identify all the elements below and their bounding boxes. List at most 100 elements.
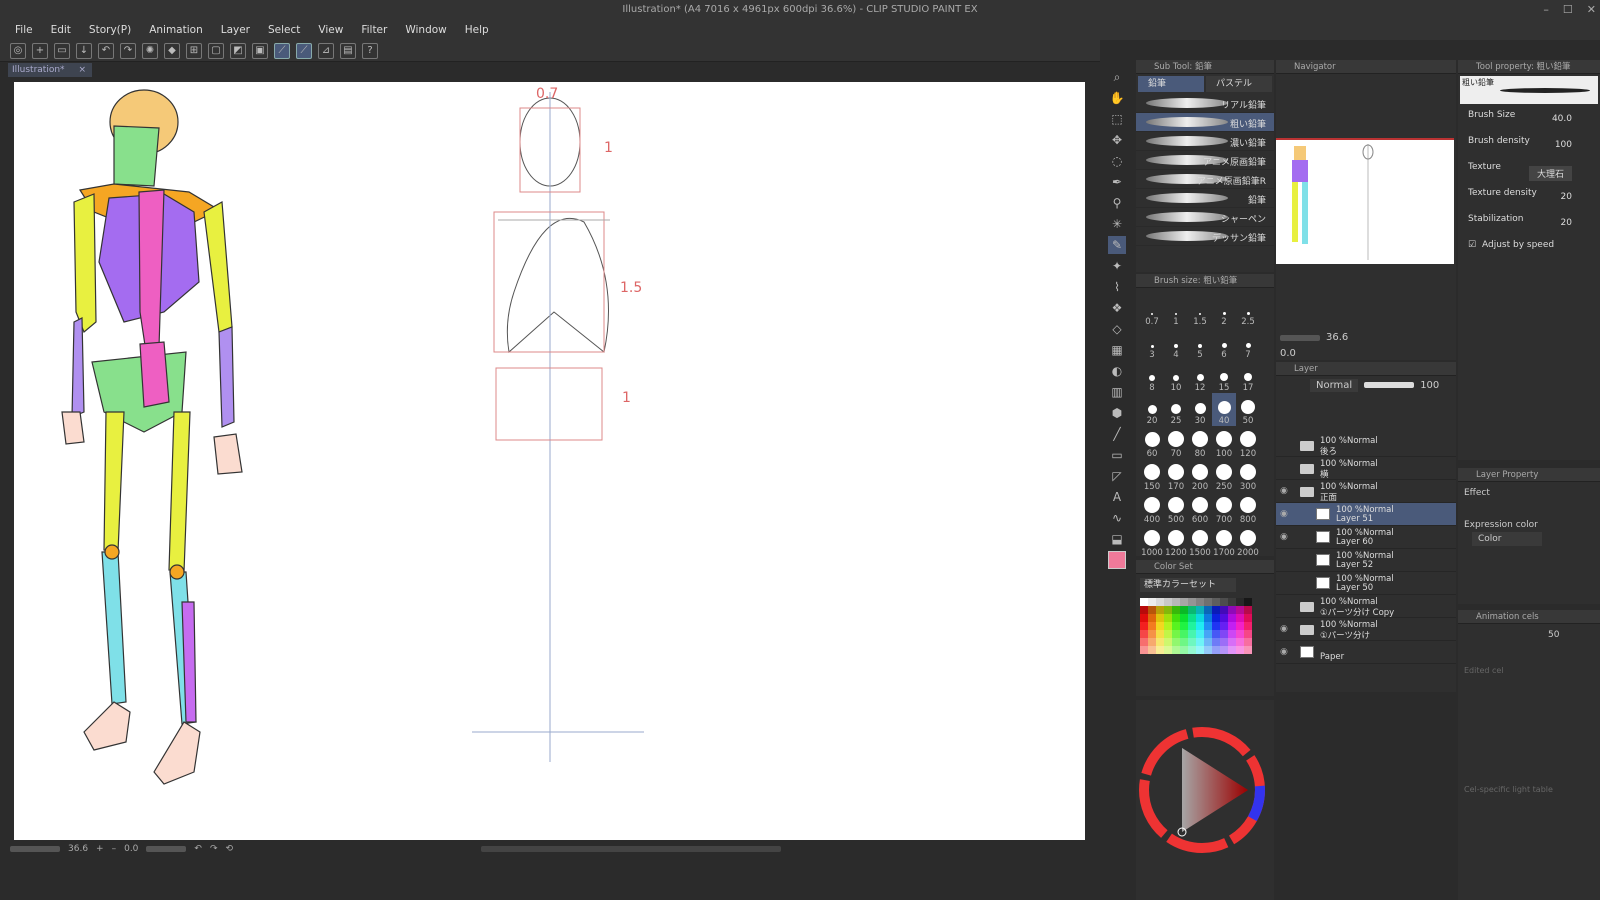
texture-density-row[interactable]: Texture density 20 [1458, 184, 1600, 210]
color-wheel[interactable] [1136, 700, 1274, 900]
color-swatch[interactable] [1172, 630, 1180, 638]
color-swatch[interactable] [1244, 622, 1252, 630]
zoom-value[interactable]: 36.6 [68, 844, 88, 854]
visibility-eye-icon[interactable]: ◉ [1280, 509, 1288, 519]
visibility-eye-icon[interactable]: ◉ [1280, 624, 1288, 634]
layer-row[interactable]: 100 %Normal Layer 50 [1276, 572, 1456, 595]
color-swatch[interactable] [1220, 630, 1228, 638]
color-swatch[interactable] [1188, 606, 1196, 614]
layer-row[interactable]: 100 %Normal 後ろ [1276, 434, 1456, 457]
color-swap-icon[interactable]: ⬓ [1108, 530, 1126, 548]
brush-size-option[interactable]: 100 [1212, 426, 1236, 459]
brush-size-option[interactable]: 170 [1164, 459, 1188, 492]
color-swatch[interactable] [1244, 630, 1252, 638]
color-swatch[interactable] [1156, 646, 1164, 654]
color-swatch[interactable] [1244, 638, 1252, 646]
redo-icon[interactable]: ↷ [120, 42, 136, 59]
color-swatch[interactable] [1204, 646, 1212, 654]
color-swatch[interactable] [1220, 606, 1228, 614]
brush-size-option[interactable]: 400 [1140, 492, 1164, 525]
menu-window[interactable]: Window [396, 20, 455, 40]
brush-size-option[interactable]: 1000 [1140, 525, 1164, 558]
brush-size-option[interactable]: 12 [1188, 360, 1212, 393]
adjust-speed-row[interactable]: ☑ Adjust by speed [1458, 236, 1600, 262]
brush-size-option[interactable]: 70 [1164, 426, 1188, 459]
pen-tool-icon[interactable]: ✒ [1108, 173, 1126, 191]
color-swatch[interactable] [1196, 638, 1204, 646]
brush-size-option[interactable]: 80 [1188, 426, 1212, 459]
stabilization-row[interactable]: Stabilization 20 [1458, 210, 1600, 236]
color-swatch[interactable] [1172, 622, 1180, 630]
settings-icon[interactable]: ▤ [340, 42, 356, 59]
brush-size-row[interactable]: Brush Size 40.0 [1458, 106, 1600, 132]
brush-item[interactable]: 鉛筆 [1136, 189, 1274, 208]
adjust-speed-checkbox[interactable]: ☑ [1468, 240, 1476, 250]
color-swatch[interactable] [1188, 638, 1196, 646]
brush-size-option[interactable]: 1200 [1164, 525, 1188, 558]
menu-help[interactable]: Help [456, 20, 498, 40]
rotate-right-icon[interactable]: ↷ [210, 844, 218, 854]
color-swatch[interactable] [1244, 614, 1252, 622]
brush-size-option[interactable]: 700 [1212, 492, 1236, 525]
color-swatch[interactable] [1212, 638, 1220, 646]
brush-item[interactable]: リアル鉛筆 [1136, 94, 1274, 113]
angle-slider[interactable] [146, 846, 187, 852]
figure-tool-icon[interactable]: ╱ [1108, 425, 1126, 443]
color-swatch[interactable] [1236, 646, 1244, 654]
zoom-tool-icon[interactable]: ⌕ [1108, 68, 1126, 86]
texture-value[interactable]: 大理石 [1528, 166, 1572, 181]
color-swatch[interactable] [1212, 646, 1220, 654]
color-swatch[interactable] [1220, 598, 1228, 606]
color-swatch[interactable] [1212, 622, 1220, 630]
brush-size-option[interactable]: 30 [1188, 393, 1212, 426]
layer-row[interactable]: ◉ 100 %Normal ①パーツ分け [1276, 618, 1456, 641]
menu-story[interactable]: Story(P) [80, 20, 140, 40]
decoration-tool-icon[interactable]: ❖ [1108, 299, 1126, 317]
magic-wand-icon[interactable]: ✳ [1108, 215, 1126, 233]
color-swatch[interactable] [1164, 614, 1172, 622]
color-swatch[interactable] [1228, 606, 1236, 614]
navigator-zoom-slider[interactable] [1280, 334, 1320, 341]
color-swatch[interactable] [1180, 598, 1188, 606]
color-swatch[interactable] [1172, 646, 1180, 654]
brush-size-option[interactable]: 50 [1236, 393, 1260, 426]
angle-value[interactable]: 0.0 [124, 844, 138, 854]
color-swatch[interactable] [1156, 638, 1164, 646]
color-swatch[interactable] [1236, 622, 1244, 630]
expression-color-dropdown[interactable]: Color [1472, 532, 1542, 546]
color-swatch[interactable] [1156, 630, 1164, 638]
color-swatch[interactable] [1228, 598, 1236, 606]
color-swatch[interactable] [1228, 614, 1236, 622]
color-swatch[interactable] [1188, 646, 1196, 654]
open-folder-icon[interactable]: ▭ [54, 42, 70, 59]
color-swatch[interactable] [1236, 638, 1244, 646]
color-swatch[interactable] [1196, 598, 1204, 606]
brush-size-option[interactable]: 6 [1212, 327, 1236, 360]
brush-tool-icon[interactable]: ✦ [1108, 257, 1126, 275]
color-swatch[interactable] [1140, 614, 1148, 622]
brush-item[interactable]: 濃い鉛筆 [1136, 132, 1274, 151]
color-swatch[interactable] [1204, 638, 1212, 646]
new-file-icon[interactable]: + [32, 42, 48, 59]
ruler-tool-icon[interactable]: ▭ [1108, 446, 1126, 464]
brush-size-option[interactable]: 2000 [1236, 525, 1260, 558]
color-swatch[interactable] [1196, 630, 1204, 638]
brush-size-option[interactable]: 120 [1236, 426, 1260, 459]
opacity-slider[interactable] [1364, 382, 1415, 388]
maximize-button[interactable]: ☐ [1563, 0, 1573, 20]
pencil-tool-icon[interactable]: ✎ [1108, 236, 1126, 254]
color-swatch[interactable] [1156, 614, 1164, 622]
brush-size-option[interactable]: 1500 [1188, 525, 1212, 558]
visibility-eye-icon[interactable]: ◉ [1280, 486, 1288, 496]
brush-size-option[interactable]: 4 [1164, 327, 1188, 360]
color-swatch[interactable] [1156, 622, 1164, 630]
brush-size-option[interactable]: 17 [1236, 360, 1260, 393]
visibility-eye-icon[interactable]: ◉ [1280, 532, 1288, 542]
visibility-eye-icon[interactable]: ◉ [1280, 647, 1288, 657]
animation-cels-value[interactable]: 50 [1458, 624, 1600, 646]
menu-file[interactable]: File [6, 20, 42, 40]
tab-pastel[interactable]: パステル [1206, 76, 1272, 92]
color-swatch[interactable] [1148, 598, 1156, 606]
layer-row[interactable]: 100 %Normal ①パーツ分け Copy [1276, 595, 1456, 618]
rotate-left-icon[interactable]: ↶ [194, 844, 202, 854]
